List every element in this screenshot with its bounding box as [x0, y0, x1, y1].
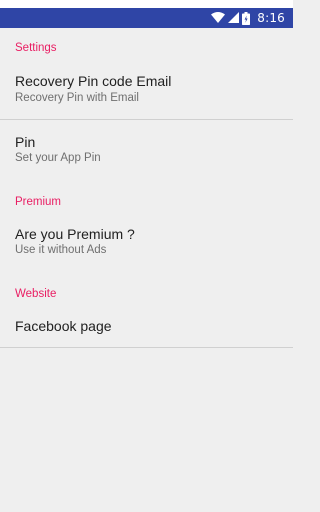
- top-strip: [0, 0, 293, 8]
- status-time: 8:16: [257, 11, 285, 25]
- pref-recovery-email[interactable]: Recovery Pin code Email Recovery Pin wit…: [0, 64, 293, 119]
- pref-facebook-page[interactable]: Facebook page: [0, 308, 293, 346]
- pref-premium[interactable]: Are you Premium ? Use it without Ads: [0, 216, 293, 268]
- status-icons: 8:16: [211, 8, 285, 28]
- pref-premium-title: Are you Premium ?: [15, 226, 135, 242]
- battery-icon: [242, 11, 251, 25]
- divider: [0, 347, 293, 348]
- status-bar: 8:16: [0, 8, 293, 28]
- pref-recovery-email-summary: Recovery Pin with Email: [15, 92, 139, 104]
- pref-recovery-email-title: Recovery Pin code Email: [15, 73, 172, 89]
- pref-pin[interactable]: Pin Set your App Pin: [0, 120, 293, 182]
- cell-signal-icon: [228, 12, 240, 24]
- pref-premium-summary: Use it without Ads: [15, 244, 107, 256]
- category-website: Website: [15, 288, 57, 300]
- pref-facebook-page-title: Facebook page: [15, 318, 112, 334]
- wifi-icon: [211, 12, 226, 24]
- category-settings: Settings: [15, 42, 57, 54]
- pref-pin-summary: Set your App Pin: [15, 152, 101, 164]
- category-premium: Premium: [15, 196, 62, 208]
- pref-pin-title: Pin: [15, 134, 36, 150]
